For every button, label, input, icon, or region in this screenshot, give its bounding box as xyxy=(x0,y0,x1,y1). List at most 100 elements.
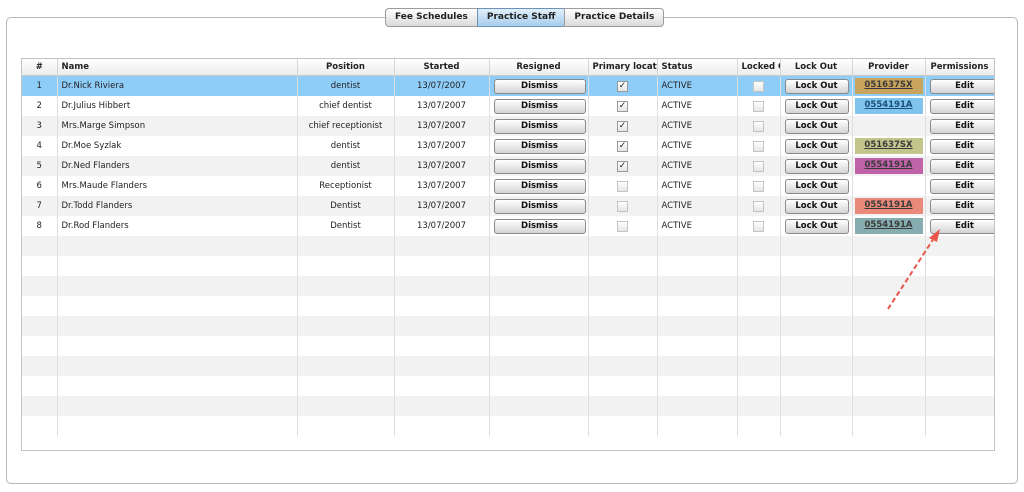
table-row[interactable]: 7 Dr.Todd Flanders Dentist 13/07/2007 Dismis… xyxy=(22,196,994,216)
col-header-name[interactable]: Name xyxy=(57,59,298,76)
cell-position: dentist xyxy=(297,136,395,156)
primary-location-checkbox[interactable] xyxy=(617,220,628,232)
lock-out-button[interactable]: Lock Out xyxy=(784,78,849,94)
primary-location-checkbox[interactable]: ✓ xyxy=(617,100,628,112)
empty-cell xyxy=(394,276,490,296)
cell-resigned: Dismiss xyxy=(489,216,589,236)
empty-cell xyxy=(780,356,853,376)
locked-out-checkbox[interactable] xyxy=(753,100,764,112)
col-header-primary-location[interactable]: Primary locatic xyxy=(588,59,658,76)
lock-out-button[interactable]: Lock Out xyxy=(784,118,849,134)
dismiss-button[interactable]: Dismiss xyxy=(493,178,586,194)
lock-out-button[interactable]: Lock Out xyxy=(784,98,849,114)
dismiss-button[interactable]: Dismiss xyxy=(493,118,586,134)
cell-primary-location: ✓ xyxy=(588,116,658,136)
table-row[interactable]: 6 Mrs.Maude Flanders Receptionist 13/07/200… xyxy=(22,176,994,196)
provider-link[interactable]: 0554191A xyxy=(854,218,923,234)
lock-out-button[interactable]: Lock Out xyxy=(784,198,849,214)
cell-provider xyxy=(852,116,926,136)
table-row[interactable]: 5 Dr.Ned Flanders dentist 13/07/2007 Dismiss… xyxy=(22,156,994,176)
primary-location-checkbox[interactable]: ✓ xyxy=(617,120,628,132)
empty-cell xyxy=(297,276,395,296)
edit-permissions-button[interactable]: Edit xyxy=(929,178,993,194)
edit-permissions-button[interactable]: Edit xyxy=(929,218,993,234)
primary-location-checkbox[interactable] xyxy=(617,180,628,192)
locked-out-checkbox[interactable] xyxy=(753,120,764,132)
locked-out-checkbox[interactable] xyxy=(753,200,764,212)
empty-cell xyxy=(925,256,994,276)
cell-primary-location: ✓ xyxy=(588,136,658,156)
cell-locked xyxy=(737,176,781,196)
table-row[interactable]: 4 Dr.Moe Syzlak dentist 13/07/2007 Dismiss ✓ A… xyxy=(22,136,994,156)
cell-locked xyxy=(737,156,781,176)
empty-cell xyxy=(780,316,853,336)
provider-link[interactable]: 0554191A xyxy=(854,98,923,114)
edit-permissions-button[interactable]: Edit xyxy=(929,98,993,114)
dismiss-button[interactable]: Dismiss xyxy=(493,218,586,234)
empty-cell xyxy=(57,256,298,276)
cell-position: Dentist xyxy=(297,216,395,236)
cell-primary-location: ✓ xyxy=(588,156,658,176)
empty-cell xyxy=(489,316,589,336)
cell-position: dentist xyxy=(297,156,395,176)
col-header-permissions[interactable]: Permissions xyxy=(925,59,994,76)
col-header-lockout[interactable]: Lock Out xyxy=(780,59,853,76)
empty-cell xyxy=(22,336,58,356)
cell-permissions: Edit xyxy=(925,116,994,136)
locked-out-checkbox[interactable] xyxy=(753,220,764,232)
lock-out-button[interactable]: Lock Out xyxy=(784,218,849,234)
locked-out-checkbox[interactable] xyxy=(753,140,764,152)
dismiss-button[interactable]: Dismiss xyxy=(493,78,586,94)
locked-out-checkbox[interactable] xyxy=(753,80,764,92)
cell-status: ACTIVE xyxy=(657,156,738,176)
edit-permissions-button[interactable]: Edit xyxy=(929,78,993,94)
empty-cell xyxy=(588,396,658,416)
table-row[interactable]: 1 Dr.Nick Riviera dentist 13/07/2007 Dismiss… xyxy=(22,75,994,96)
empty-row xyxy=(22,376,994,396)
table-row[interactable]: 8 Dr.Rod Flanders Dentist 13/07/2007 Dismiss… xyxy=(22,216,994,236)
empty-row xyxy=(22,296,994,316)
provider-link[interactable]: 051637SX xyxy=(854,78,923,94)
edit-permissions-button[interactable]: Edit xyxy=(929,118,993,134)
cell-status: ACTIVE xyxy=(657,75,738,96)
provider-link[interactable]: 0554191A xyxy=(854,158,923,174)
dismiss-button[interactable]: Dismiss xyxy=(493,138,586,154)
col-header-locked[interactable]: Locked O xyxy=(737,59,781,76)
lock-out-button[interactable]: Lock Out xyxy=(784,138,849,154)
dismiss-button[interactable]: Dismiss xyxy=(493,98,586,114)
col-header-num[interactable]: # xyxy=(22,59,58,76)
tab-practice-staff[interactable]: Practice Staff xyxy=(476,8,566,27)
cell-lockout: Lock Out xyxy=(780,196,853,216)
lock-out-button[interactable]: Lock Out xyxy=(784,158,849,174)
cell-resigned: Dismiss xyxy=(489,75,589,96)
provider-link[interactable]: 0554191A xyxy=(854,198,923,214)
tab-fee-schedules[interactable]: Fee Schedules xyxy=(385,8,478,27)
primary-location-checkbox[interactable]: ✓ xyxy=(617,80,628,92)
empty-cell xyxy=(852,276,926,296)
edit-permissions-button[interactable]: Edit xyxy=(929,198,993,214)
empty-cell xyxy=(297,416,395,436)
primary-location-checkbox[interactable]: ✓ xyxy=(617,160,628,172)
empty-cell xyxy=(737,276,781,296)
lock-out-button[interactable]: Lock Out xyxy=(784,178,849,194)
col-header-provider[interactable]: Provider xyxy=(852,59,926,76)
col-header-status[interactable]: Status xyxy=(657,59,738,76)
locked-out-checkbox[interactable] xyxy=(753,160,764,172)
tab-practice-details[interactable]: Practice Details xyxy=(564,8,665,27)
empty-cell xyxy=(852,416,926,436)
empty-cell xyxy=(657,336,738,356)
provider-link[interactable]: 051637SX xyxy=(854,138,923,154)
dismiss-button[interactable]: Dismiss xyxy=(493,158,586,174)
primary-location-checkbox[interactable]: ✓ xyxy=(617,140,628,152)
col-header-started[interactable]: Started xyxy=(394,59,490,76)
empty-cell xyxy=(57,336,298,356)
col-header-position[interactable]: Position xyxy=(297,59,395,76)
col-header-resigned[interactable]: Resigned xyxy=(489,59,589,76)
dismiss-button[interactable]: Dismiss xyxy=(493,198,586,214)
edit-permissions-button[interactable]: Edit xyxy=(929,158,993,174)
locked-out-checkbox[interactable] xyxy=(753,180,764,192)
table-row[interactable]: 3 Mrs.Marge Simpson chief receptionist 13/0… xyxy=(22,116,994,136)
edit-permissions-button[interactable]: Edit xyxy=(929,138,993,154)
table-row[interactable]: 2 Dr.Julius Hibbert chief dentist 13/07/200… xyxy=(22,96,994,116)
primary-location-checkbox[interactable] xyxy=(617,200,628,212)
